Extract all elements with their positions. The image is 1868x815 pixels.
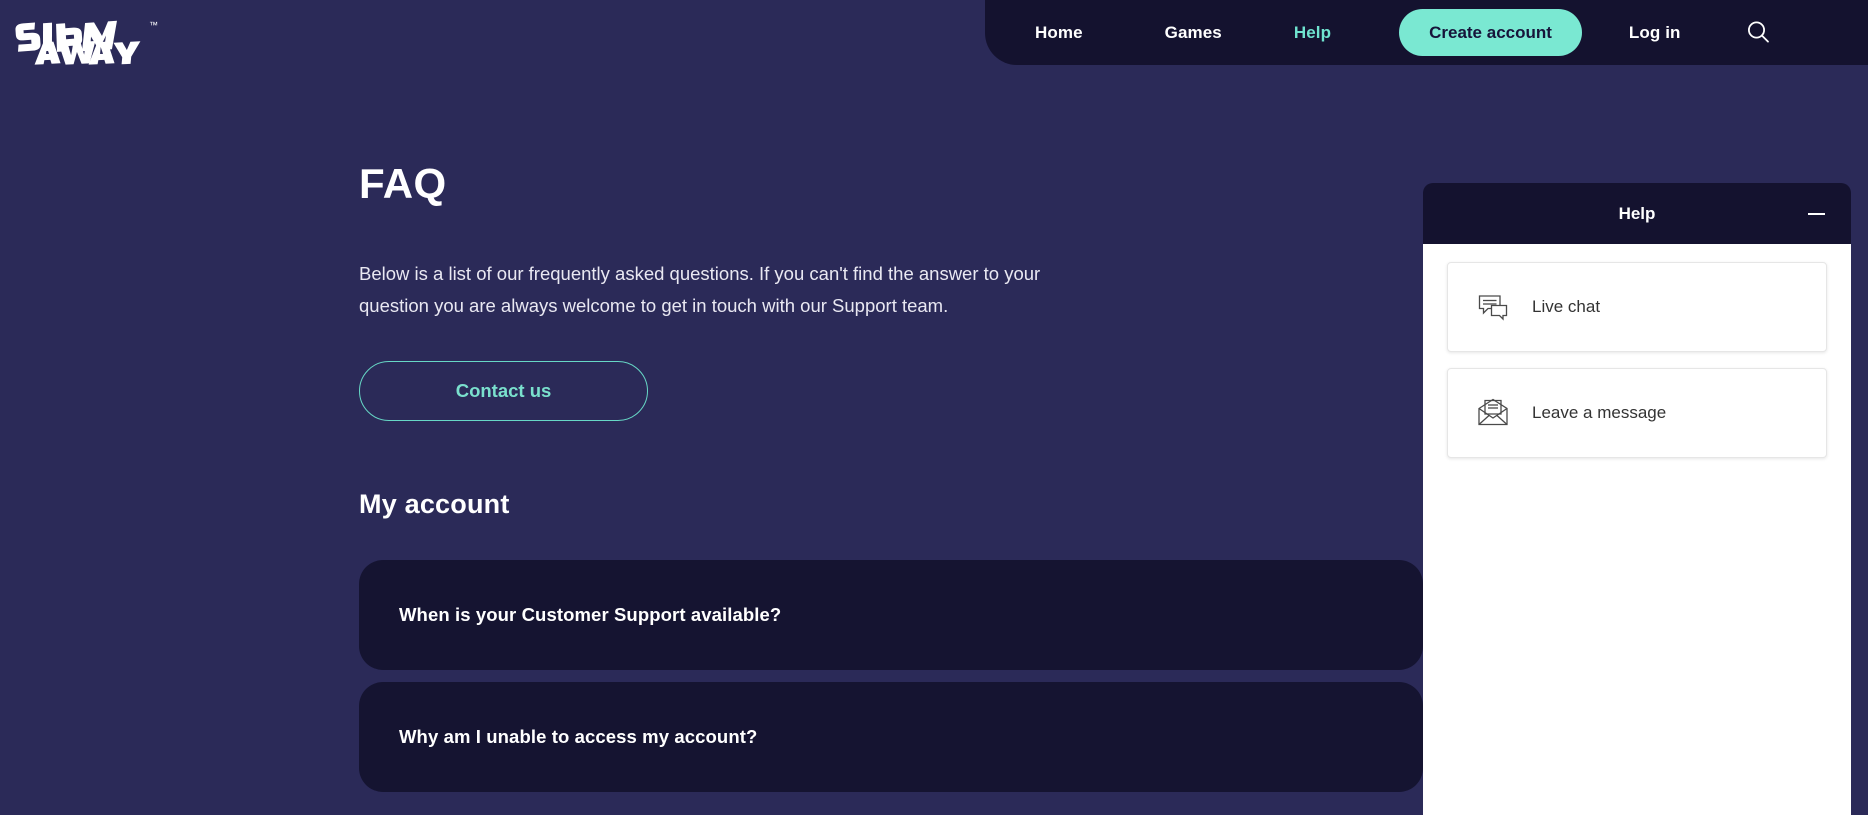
page-title: FAQ: [359, 160, 447, 207]
intro-paragraph: Below is a list of our frequently asked …: [359, 263, 1041, 316]
svg-text:™: ™: [149, 20, 158, 30]
help-option-label: Live chat: [1532, 297, 1601, 316]
faq-list: When is your Customer Support available?…: [359, 560, 1423, 804]
nav-item-games[interactable]: Games: [1163, 17, 1224, 49]
site-header: ™ Home Games Help Create account Log in: [0, 0, 1868, 78]
faq-question: Why am I unable to access my account?: [399, 726, 758, 747]
minimize-button[interactable]: [1803, 201, 1829, 227]
envelope-icon: [1476, 396, 1510, 430]
nav-bar: Home Games Help Create account Log in: [985, 0, 1868, 65]
main-content: FAQ Below is a list of our frequently as…: [359, 0, 1423, 815]
help-option-label: Leave a message: [1532, 403, 1667, 422]
nav-item-help[interactable]: Help: [1292, 17, 1333, 49]
search-button[interactable]: [1739, 13, 1779, 53]
search-icon: [1748, 21, 1769, 43]
contact-us-button[interactable]: Contact us: [359, 361, 648, 421]
help-option-leave-message[interactable]: Leave a message: [1447, 368, 1827, 458]
help-widget: Help Live chat Leave a message: [1423, 183, 1851, 815]
nav-item-home[interactable]: Home: [1033, 17, 1085, 49]
section-title-my-account: My account: [359, 489, 510, 519]
brand-logo[interactable]: ™: [10, 12, 170, 66]
help-widget-body: Live chat Leave a message: [1423, 244, 1851, 815]
faq-item[interactable]: Why am I unable to access my account?: [359, 682, 1423, 792]
help-widget-header: Help: [1423, 183, 1851, 244]
help-option-live-chat[interactable]: Live chat: [1447, 262, 1827, 352]
faq-item[interactable]: When is your Customer Support available?: [359, 560, 1423, 670]
minimize-icon: [1807, 212, 1825, 215]
login-button[interactable]: Log in: [1627, 17, 1683, 49]
create-account-button[interactable]: Create account: [1399, 9, 1582, 56]
chat-bubbles-icon: [1476, 290, 1510, 324]
faq-question: When is your Customer Support available?: [399, 604, 782, 625]
help-widget-title: Help: [1618, 203, 1656, 223]
